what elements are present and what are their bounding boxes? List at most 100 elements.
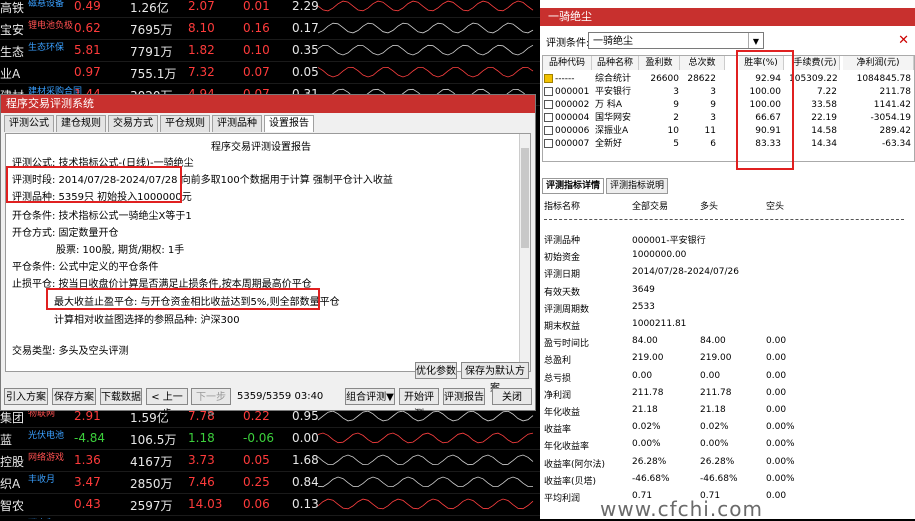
checkbox[interactable] <box>544 139 553 148</box>
indicator-long: 84.00 <box>700 336 726 347</box>
row-fee: 14.34 <box>811 139 837 149</box>
tab-settings-report[interactable]: 设置报告 <box>264 115 314 132</box>
stock-row[interactable]: 控股 网络游戏 1.36 4167万 3.73 0.05 1.68 <box>0 449 540 472</box>
stock-up: 0.25 <box>243 475 270 489</box>
indicator-short: 0.00 <box>766 405 787 415</box>
results-row[interactable]: 000004 国华网安 2 3 66.67 22.19 -3054.19 <box>543 112 913 124</box>
stock-name: 业A <box>0 67 21 81</box>
stock-change: 0.43 <box>74 497 101 511</box>
prev-step-button[interactable]: < 上一步 <box>146 388 188 420</box>
folder-icon[interactable] <box>544 74 553 83</box>
row-win: 5 <box>673 139 679 149</box>
row-total: 6 <box>710 139 716 149</box>
checkbox[interactable] <box>544 113 553 122</box>
indicator-name: 总亏损 <box>544 373 572 384</box>
indicator-name: 平均利润 <box>544 494 581 504</box>
col-header[interactable]: 品种代码 <box>543 56 592 70</box>
indicator-name: 年化收益率 <box>544 442 590 453</box>
results-row[interactable]: 000002 万 科A 9 9 100.00 33.58 1141.42 <box>543 99 913 111</box>
results-row[interactable]: 000006 深振业A 10 11 90.91 14.58 289.42 <box>543 125 913 137</box>
stock-amount: 2597万 <box>130 499 173 513</box>
row-code: ------ <box>555 74 575 84</box>
close-button[interactable]: 关闭 <box>492 388 532 405</box>
tab-close-rules[interactable]: 平仓规则 <box>160 115 210 132</box>
stock-row[interactable]: 高铁 磁悬设备 0.49 1.26亿 2.07 0.01 2.29 <box>0 0 540 18</box>
stock-turnover: 0.00 <box>292 431 319 445</box>
tab-trade-mode[interactable]: 交易方式 <box>108 115 158 132</box>
stock-turnover: 0.84 <box>292 475 319 489</box>
indicator-short: 0.00 <box>766 370 787 381</box>
col-header[interactable]: 品种名称 <box>592 56 639 70</box>
indicator-short: 0.00% <box>766 439 795 450</box>
download-data-button[interactable]: 下载数据 <box>100 388 142 405</box>
eval-condition-select[interactable]: 一骑绝尘 ▼ <box>588 32 764 49</box>
stock-price: 1.18 <box>188 431 215 445</box>
import-plan-button[interactable]: 引入方案 <box>4 388 48 405</box>
row-code: 000002 <box>555 100 590 110</box>
report-line: 开仓条件: 技术指标公式一骑绝尘X等于1 <box>12 211 192 222</box>
indicator-all: -46.68% <box>632 473 670 484</box>
row-profit: 1141.42 <box>873 100 911 110</box>
stock-tag: 丰收月 <box>28 475 56 485</box>
next-step-button[interactable]: 下一步 > <box>191 388 231 420</box>
row-name: 全新好 <box>595 139 623 149</box>
close-icon[interactable]: ✕ <box>898 33 909 48</box>
checkbox[interactable] <box>544 126 553 135</box>
stock-row[interactable]: 智农 0.43 2597万 14.03 0.06 0.13 <box>0 493 540 516</box>
start-eval-button[interactable]: 开始评测 <box>399 388 439 420</box>
stock-turnover: 0.13 <box>292 497 319 511</box>
stock-row[interactable]: 织A 丰收月 3.47 2850万 7.46 0.25 0.84 <box>0 471 540 494</box>
stock-amount: 2850万 <box>130 477 173 491</box>
chevron-down-icon[interactable]: ▼ <box>748 33 763 48</box>
save-plan-button[interactable]: 保存方案 <box>52 388 96 405</box>
results-title: 一骑绝尘 <box>540 8 915 26</box>
indicator-all: 26.28% <box>632 456 667 467</box>
results-row[interactable]: ------ 综合统计 26600 28622 92.94 105309.22 108484… <box>543 73 913 85</box>
tab-eval-formula[interactable]: 评测公式 <box>4 115 54 132</box>
tab-build-rules[interactable]: 建仓规则 <box>56 115 106 132</box>
scrollbar-thumb[interactable] <box>521 148 529 248</box>
stock-row[interactable]: 业A 0.97 755.1万 7.32 0.07 0.05 <box>0 61 540 84</box>
row-profit: -63.34 <box>881 139 911 149</box>
results-row[interactable]: 000007 全新好 5 6 83.33 14.34 -63.34 <box>543 138 913 150</box>
stock-row[interactable]: 蓝 光伏电池 -4.84 106.5万 1.18 -0.06 0.00 <box>0 427 540 450</box>
stock-row[interactable]: 宝安 锂电池负极 0.62 7695万 8.10 0.16 0.17 <box>0 17 540 40</box>
stock-change: -4.84 <box>74 431 106 445</box>
stock-row[interactable]: 生态 生态环保 5.81 7791万 1.82 0.10 0.35 <box>0 39 540 62</box>
optimize-params-button[interactable]: 优化参数 <box>415 362 457 379</box>
stock-row[interactable]: 电池碳中和0.752.63亿24.080.182.23 <box>0 515 540 519</box>
indicator-all: 211.78 <box>632 387 664 398</box>
tab-indicator-notes[interactable]: 评测指标说明 <box>606 178 669 194</box>
indicator-name: 有效天数 <box>544 287 581 298</box>
results-table: 品种代码 品种名称 盈利数 总次数 胜率(%) 手续费(元) 净利润(元) --… <box>542 55 915 162</box>
row-win: 10 <box>667 126 679 136</box>
col-header[interactable]: 总次数 <box>680 56 725 70</box>
settings-report-panel: 程序交易评测设置报告 评测公式: 技术指标公式-(日线)-一骑绝尘 评测时段: … <box>5 133 531 372</box>
tab-indicator-details[interactable]: 评测指标详情 <box>542 178 605 194</box>
stock-amount: 106.5万 <box>130 433 177 447</box>
indicator-name: 评测品种 <box>544 236 581 246</box>
report-scrollbar[interactable] <box>519 134 530 371</box>
progress-count: 5359/5359 <box>237 391 292 402</box>
indicator-name: 总盈利 <box>544 356 572 367</box>
eval-report-button[interactable]: 评测报告 <box>443 388 485 405</box>
stock-tag: 磁悬设备 <box>28 0 65 9</box>
sparkline-icon <box>318 432 534 444</box>
tab-eval-symbols[interactable]: 评测品种 <box>212 115 262 132</box>
col-header[interactable]: 净利润(元) <box>843 56 914 70</box>
indicator-all: 1000211.81 <box>632 319 687 329</box>
stock-name: 蓝 <box>0 433 13 447</box>
indicator-all: 0.00% <box>632 439 661 450</box>
indicator-all: 3649 <box>632 284 655 295</box>
col-header[interactable]: 手续费(元) <box>791 56 840 70</box>
row-fee: 33.58 <box>811 100 837 110</box>
row-total: 9 <box>710 100 716 110</box>
col-header[interactable]: 盈利数 <box>639 56 680 70</box>
row-code-cell: 000002 <box>544 99 589 111</box>
indicator-all: 2533 <box>632 301 655 312</box>
checkbox[interactable] <box>544 87 553 96</box>
checkbox[interactable] <box>544 100 553 109</box>
results-row[interactable]: 000001 平安银行 3 3 100.00 7.22 211.78 <box>543 86 913 98</box>
combo-eval-dropdown[interactable]: 组合评测▼ <box>345 388 395 405</box>
save-default-button[interactable]: 保存为默认方案 <box>461 362 529 394</box>
